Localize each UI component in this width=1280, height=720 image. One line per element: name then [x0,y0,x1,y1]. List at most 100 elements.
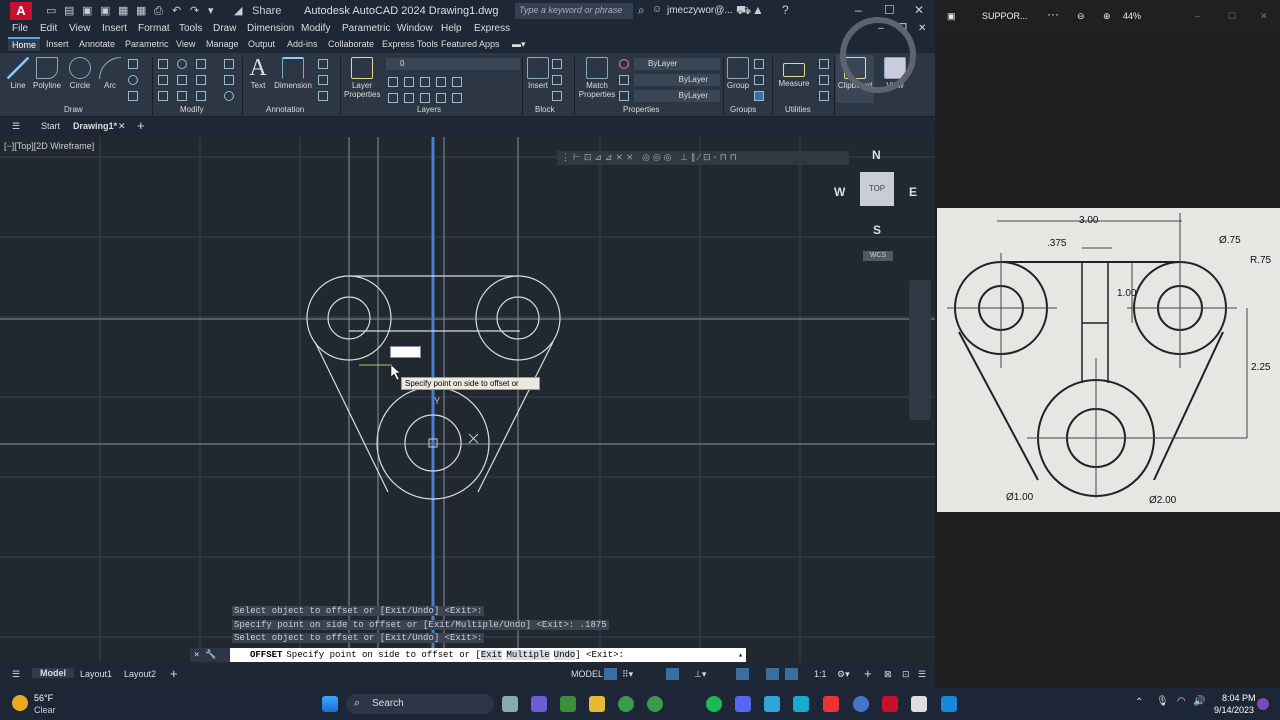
model-space-label[interactable]: MODEL [571,669,603,679]
app-icon[interactable] [911,696,927,712]
circle-button[interactable]: Circle [66,57,94,90]
osnap-toggle-icon[interactable] [736,668,749,680]
leader-icon[interactable] [318,75,328,85]
section-properties[interactable]: Properties [623,105,659,114]
layer-tool-icon[interactable] [404,93,414,103]
dropdown-icon[interactable]: ▾ [208,5,220,17]
web-save-icon[interactable]: ▦ [136,5,148,17]
microphone-icon[interactable]: 🎙 [1156,696,1169,707]
attribute-icon[interactable] [552,91,562,101]
notification-icon[interactable] [1257,698,1269,710]
maximize-icon[interactable]: ☐ [884,3,895,17]
mirror-icon[interactable] [177,75,187,85]
layer-tool-icon[interactable] [420,93,430,103]
arc-button[interactable]: Arc [98,57,122,90]
viewer-minimize-icon[interactable]: – [1195,11,1200,21]
menu-hamburger-icon[interactable]: ☰ [12,121,20,132]
calculator-icon[interactable] [819,91,829,101]
menu-format[interactable]: Format [138,23,170,34]
search-icon[interactable]: ⌕ [638,3,645,18]
quick-calc-icon[interactable] [819,59,829,69]
lineweight-icon[interactable] [619,91,629,101]
layout-menu-icon[interactable]: ☰ [12,669,20,680]
new-icon[interactable]: ▭ [46,5,58,17]
linetype-dropdown[interactable]: ByLayer [634,74,720,86]
layer-tool-icon[interactable] [388,77,398,87]
close-tab-icon[interactable]: ✕ [118,121,126,132]
user-name[interactable]: jmeczywor@... [667,5,733,16]
layout1-tab[interactable]: Layout1 [80,669,112,679]
ortho-toggle-icon[interactable]: ⊥▾ [694,669,706,680]
create-block-icon[interactable] [552,59,562,69]
start-tab[interactable]: Start [41,121,60,131]
section-layers[interactable]: Layers [417,105,441,114]
autoscale-toggle-icon[interactable] [785,668,798,680]
task-view-icon[interactable] [502,696,518,712]
wcs-menu[interactable]: WCS [863,251,893,261]
tab-featured-apps[interactable]: Featured Apps [441,39,500,49]
menu-window[interactable]: Window [397,23,433,34]
section-block[interactable]: Block [535,105,555,114]
menu-view[interactable]: View [69,23,91,34]
menu-file[interactable]: File [12,23,28,34]
weather-icon[interactable] [12,695,28,711]
snap-tools-icon[interactable]: ⋮⊢⊡⊿⊿⨯⨯ ◎◎◎ ⊥∥∕⊡◦⊓⊓ [561,152,740,163]
menu-parametric[interactable]: Parametric [342,23,390,34]
layer-tool-icon[interactable] [452,93,462,103]
app-icon[interactable] [941,696,957,712]
print-icon[interactable]: ⎙ [154,5,166,17]
group-edit-icon[interactable] [754,75,764,85]
menu-dimension[interactable]: Dimension [247,23,294,34]
tab-addins[interactable]: Add-ins [287,39,318,49]
linear-dim-icon[interactable] [318,59,328,69]
drawing-viewport[interactable]: [−][Top][2D Wireframe] Y [0,137,935,662]
minimize-icon[interactable]: – [855,3,862,17]
more-icon[interactable]: ··· [1047,7,1059,21]
tab-view[interactable]: View [176,39,195,49]
search-input[interactable]: Type a keyword or phrase [515,3,633,19]
weather-condition[interactable]: Clear [34,705,56,715]
share-icon[interactable]: ◢ [234,5,246,17]
app-icon[interactable] [560,696,576,712]
discord-icon[interactable] [735,696,751,712]
command-history-toggle-icon[interactable]: ▴ [738,650,743,660]
layer-tool-icon[interactable] [404,77,414,87]
linetype-icon[interactable] [619,75,629,85]
menu-insert[interactable]: Insert [102,23,127,34]
table-icon[interactable] [318,91,328,101]
option-exit[interactable]: Exit [480,650,503,660]
viewcube-ring[interactable] [840,17,916,93]
drawing-canvas[interactable] [0,137,935,662]
polyline-button[interactable]: Polyline [32,57,62,90]
tab-insert[interactable]: Insert [46,39,69,49]
explode-icon[interactable] [224,75,234,85]
tab-collaborate[interactable]: Collaborate [328,39,374,49]
menu-edit[interactable]: Edit [40,23,57,34]
tray-expand-icon[interactable]: ⌃ [1135,697,1143,708]
zoom-in-icon[interactable]: ⊕ [1103,11,1111,22]
dynamic-input-field[interactable] [390,346,421,358]
lineweight-dropdown[interactable]: ByLayer [634,90,720,102]
ungroup-icon[interactable] [754,59,764,69]
share-button[interactable]: Share [252,5,281,17]
color-dropdown[interactable]: ByLayer [634,58,720,70]
section-annotation[interactable]: Annotation [266,105,304,114]
close-command-icon[interactable]: ✕ [194,650,199,660]
offset-icon[interactable] [224,91,234,101]
compass-north[interactable]: N [872,148,881,162]
app-icon[interactable] [853,696,869,712]
units-icon[interactable]: ⊠ [884,669,892,680]
cart-icon[interactable]: ⛟ [736,3,751,19]
ellipse-icon[interactable] [128,75,138,85]
select-all-icon[interactable] [819,75,829,85]
dimension-button[interactable]: Dimension [272,57,314,90]
grid-toggle-icon[interactable] [604,668,617,680]
fillet-icon[interactable] [196,75,206,85]
zoom-out-icon[interactable]: ⊖ [1077,11,1085,22]
scale-icon[interactable] [177,91,187,101]
layer-tool-icon[interactable] [452,77,462,87]
layer-tool-icon[interactable] [388,93,398,103]
save-as-icon[interactable]: ▣ [100,5,112,17]
layer-tool-icon[interactable] [436,77,446,87]
undo-icon[interactable]: ↶ [172,5,184,17]
